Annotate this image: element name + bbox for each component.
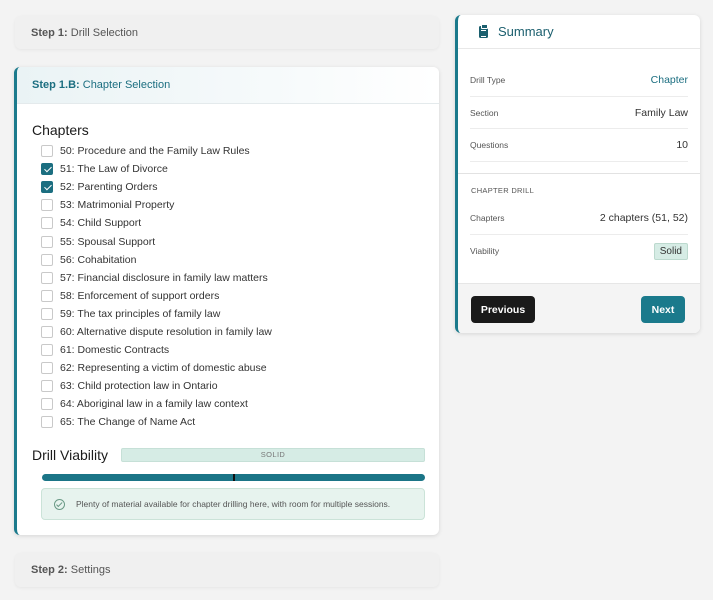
summary-header: Summary xyxy=(458,15,700,49)
chapter-item[interactable]: 62: Representing a victim of domestic ab… xyxy=(41,359,272,377)
chapter-item[interactable]: 59: The tax principles of family law xyxy=(41,305,272,323)
checkbox-unchecked[interactable] xyxy=(41,344,53,357)
summary-panel: Summary Drill Type Chapter Section Famil… xyxy=(455,15,700,333)
viability-info-box: Plenty of material available for chapter… xyxy=(41,488,425,520)
chapter-label: 59: The tax principles of family law xyxy=(60,307,221,320)
checkbox-checked[interactable] xyxy=(41,181,53,194)
summary-row-questions: Questions 10 xyxy=(470,129,688,162)
chapter-label: 63: Child protection law in Ontario xyxy=(60,380,218,393)
chapter-item[interactable]: 63: Child protection law in Ontario xyxy=(41,377,272,395)
chapter-label: 61: Domestic Contracts xyxy=(60,344,170,357)
chapter-selection-header[interactable]: Step 1.B: Chapter Selection xyxy=(17,67,439,104)
checkbox-unchecked[interactable] xyxy=(41,145,53,158)
step-1-drill-selection[interactable]: Step 1: Drill Selection xyxy=(15,16,439,49)
step-1b-prefix: Step 1.B: xyxy=(32,79,80,91)
checkbox-unchecked[interactable] xyxy=(41,199,53,212)
section-value: Family Law xyxy=(634,106,688,119)
chapter-label: 65: The Change of Name Act xyxy=(60,416,196,429)
viability-message: Plenty of material available for chapter… xyxy=(76,499,391,509)
checkbox-unchecked[interactable] xyxy=(41,416,53,429)
chapter-item[interactable]: 60: Alternative dispute resolution in fa… xyxy=(41,323,272,341)
chapter-label: 51: The Law of Divorce xyxy=(60,163,168,176)
chapter-label: 57: Financial disclosure in family law m… xyxy=(60,271,268,284)
checkbox-unchecked[interactable] xyxy=(41,217,53,230)
viability-meter-marker xyxy=(232,474,235,481)
chapter-item[interactable]: 50: Procedure and the Family Law Rules xyxy=(41,142,272,160)
checkbox-unchecked[interactable] xyxy=(41,307,53,320)
checkbox-unchecked[interactable] xyxy=(41,289,53,302)
checkbox-unchecked[interactable] xyxy=(41,362,53,375)
checkbox-unchecked[interactable] xyxy=(41,380,53,393)
section-label: Section xyxy=(470,107,499,118)
drill-type-label: Drill Type xyxy=(470,74,506,85)
chapter-label: 62: Representing a victim of domestic ab… xyxy=(60,362,267,375)
step-1b-label: Chapter Selection xyxy=(82,79,171,91)
chapter-label: 53: Matrimonial Property xyxy=(60,199,175,212)
next-button[interactable]: Next xyxy=(641,296,685,323)
questions-value: 10 xyxy=(676,139,688,151)
summary-title: Summary xyxy=(498,24,554,39)
drill-type-value: Chapter xyxy=(650,73,688,86)
chapter-label: 56: Cohabitation xyxy=(60,253,137,266)
summary-row-drill-type: Drill Type Chapter xyxy=(470,63,688,97)
chapters-value: 2 chapters (51, 52) xyxy=(599,212,688,224)
chapter-list: 50: Procedure and the Family Law Rules 51… xyxy=(41,142,272,432)
summary-divider xyxy=(458,173,700,174)
chapter-label: 58: Enforcement of support orders xyxy=(60,289,220,302)
step-1-label: Drill Selection xyxy=(70,26,138,39)
checkbox-checked[interactable] xyxy=(41,163,53,176)
chapter-item[interactable]: 65: The Change of Name Act xyxy=(41,413,272,431)
chapter-label: 54: Child Support xyxy=(60,217,142,230)
chapter-item[interactable]: 57: Financial disclosure in family law m… xyxy=(41,269,272,287)
chapter-item[interactable]: 56: Cohabitation xyxy=(41,251,272,269)
chapter-item[interactable]: 58: Enforcement of support orders xyxy=(41,287,272,305)
viability-badge: SOLID xyxy=(121,448,425,462)
step-2-prefix: Step 2: xyxy=(31,564,68,576)
step-2-settings[interactable]: Step 2: Settings xyxy=(15,553,439,587)
chapter-item[interactable]: 64: Aboriginal law in a family law conte… xyxy=(41,395,272,413)
chapter-selection-card: Step 1.B: Chapter Selection Chapters 50:… xyxy=(14,67,439,535)
checkbox-unchecked[interactable] xyxy=(41,325,53,338)
chapter-label: 60: Alternative dispute resolution in fa… xyxy=(60,325,272,338)
summary-row-viability: Viability Solid xyxy=(470,235,688,267)
viability-label: Viability xyxy=(470,246,500,256)
summary-row-section: Section Family Law xyxy=(470,97,688,129)
chapter-item[interactable]: 61: Domestic Contracts xyxy=(41,341,272,359)
drill-viability-heading: Drill Viability xyxy=(32,447,108,463)
step-2-label: Settings xyxy=(70,564,111,576)
chapter-label: 52: Parenting Orders xyxy=(60,181,158,194)
questions-label: Questions xyxy=(470,140,509,150)
checkbox-unchecked[interactable] xyxy=(41,235,53,248)
chapter-label: 50: Procedure and the Family Law Rules xyxy=(60,145,250,158)
chapter-item[interactable]: 51: The Law of Divorce xyxy=(41,160,272,178)
chapter-item[interactable]: 55: Spousal Support xyxy=(41,232,272,250)
chapter-item[interactable]: 54: Child Support xyxy=(41,214,272,232)
chapter-item[interactable]: 53: Matrimonial Property xyxy=(41,196,272,214)
step-1-prefix: Step 1: xyxy=(31,26,68,39)
checkbox-unchecked[interactable] xyxy=(41,271,53,284)
checkbox-unchecked[interactable] xyxy=(41,398,53,411)
check-circle-icon xyxy=(54,498,65,510)
chapter-label: 55: Spousal Support xyxy=(60,235,156,248)
chapter-drill-caption: CHAPTER DRILL xyxy=(471,186,535,195)
chapter-label: 64: Aboriginal law in a family law conte… xyxy=(60,398,248,411)
chapters-label: Chapters xyxy=(470,213,505,223)
checkbox-unchecked[interactable] xyxy=(41,253,53,266)
summary-row-chapters: Chapters 2 chapters (51, 52) xyxy=(470,202,688,235)
viability-value-badge: Solid xyxy=(653,242,688,260)
previous-button[interactable]: Previous xyxy=(471,296,535,323)
clipboard-icon xyxy=(479,24,488,38)
chapter-item[interactable]: 52: Parenting Orders xyxy=(41,178,272,196)
chapters-heading: Chapters xyxy=(32,122,89,138)
